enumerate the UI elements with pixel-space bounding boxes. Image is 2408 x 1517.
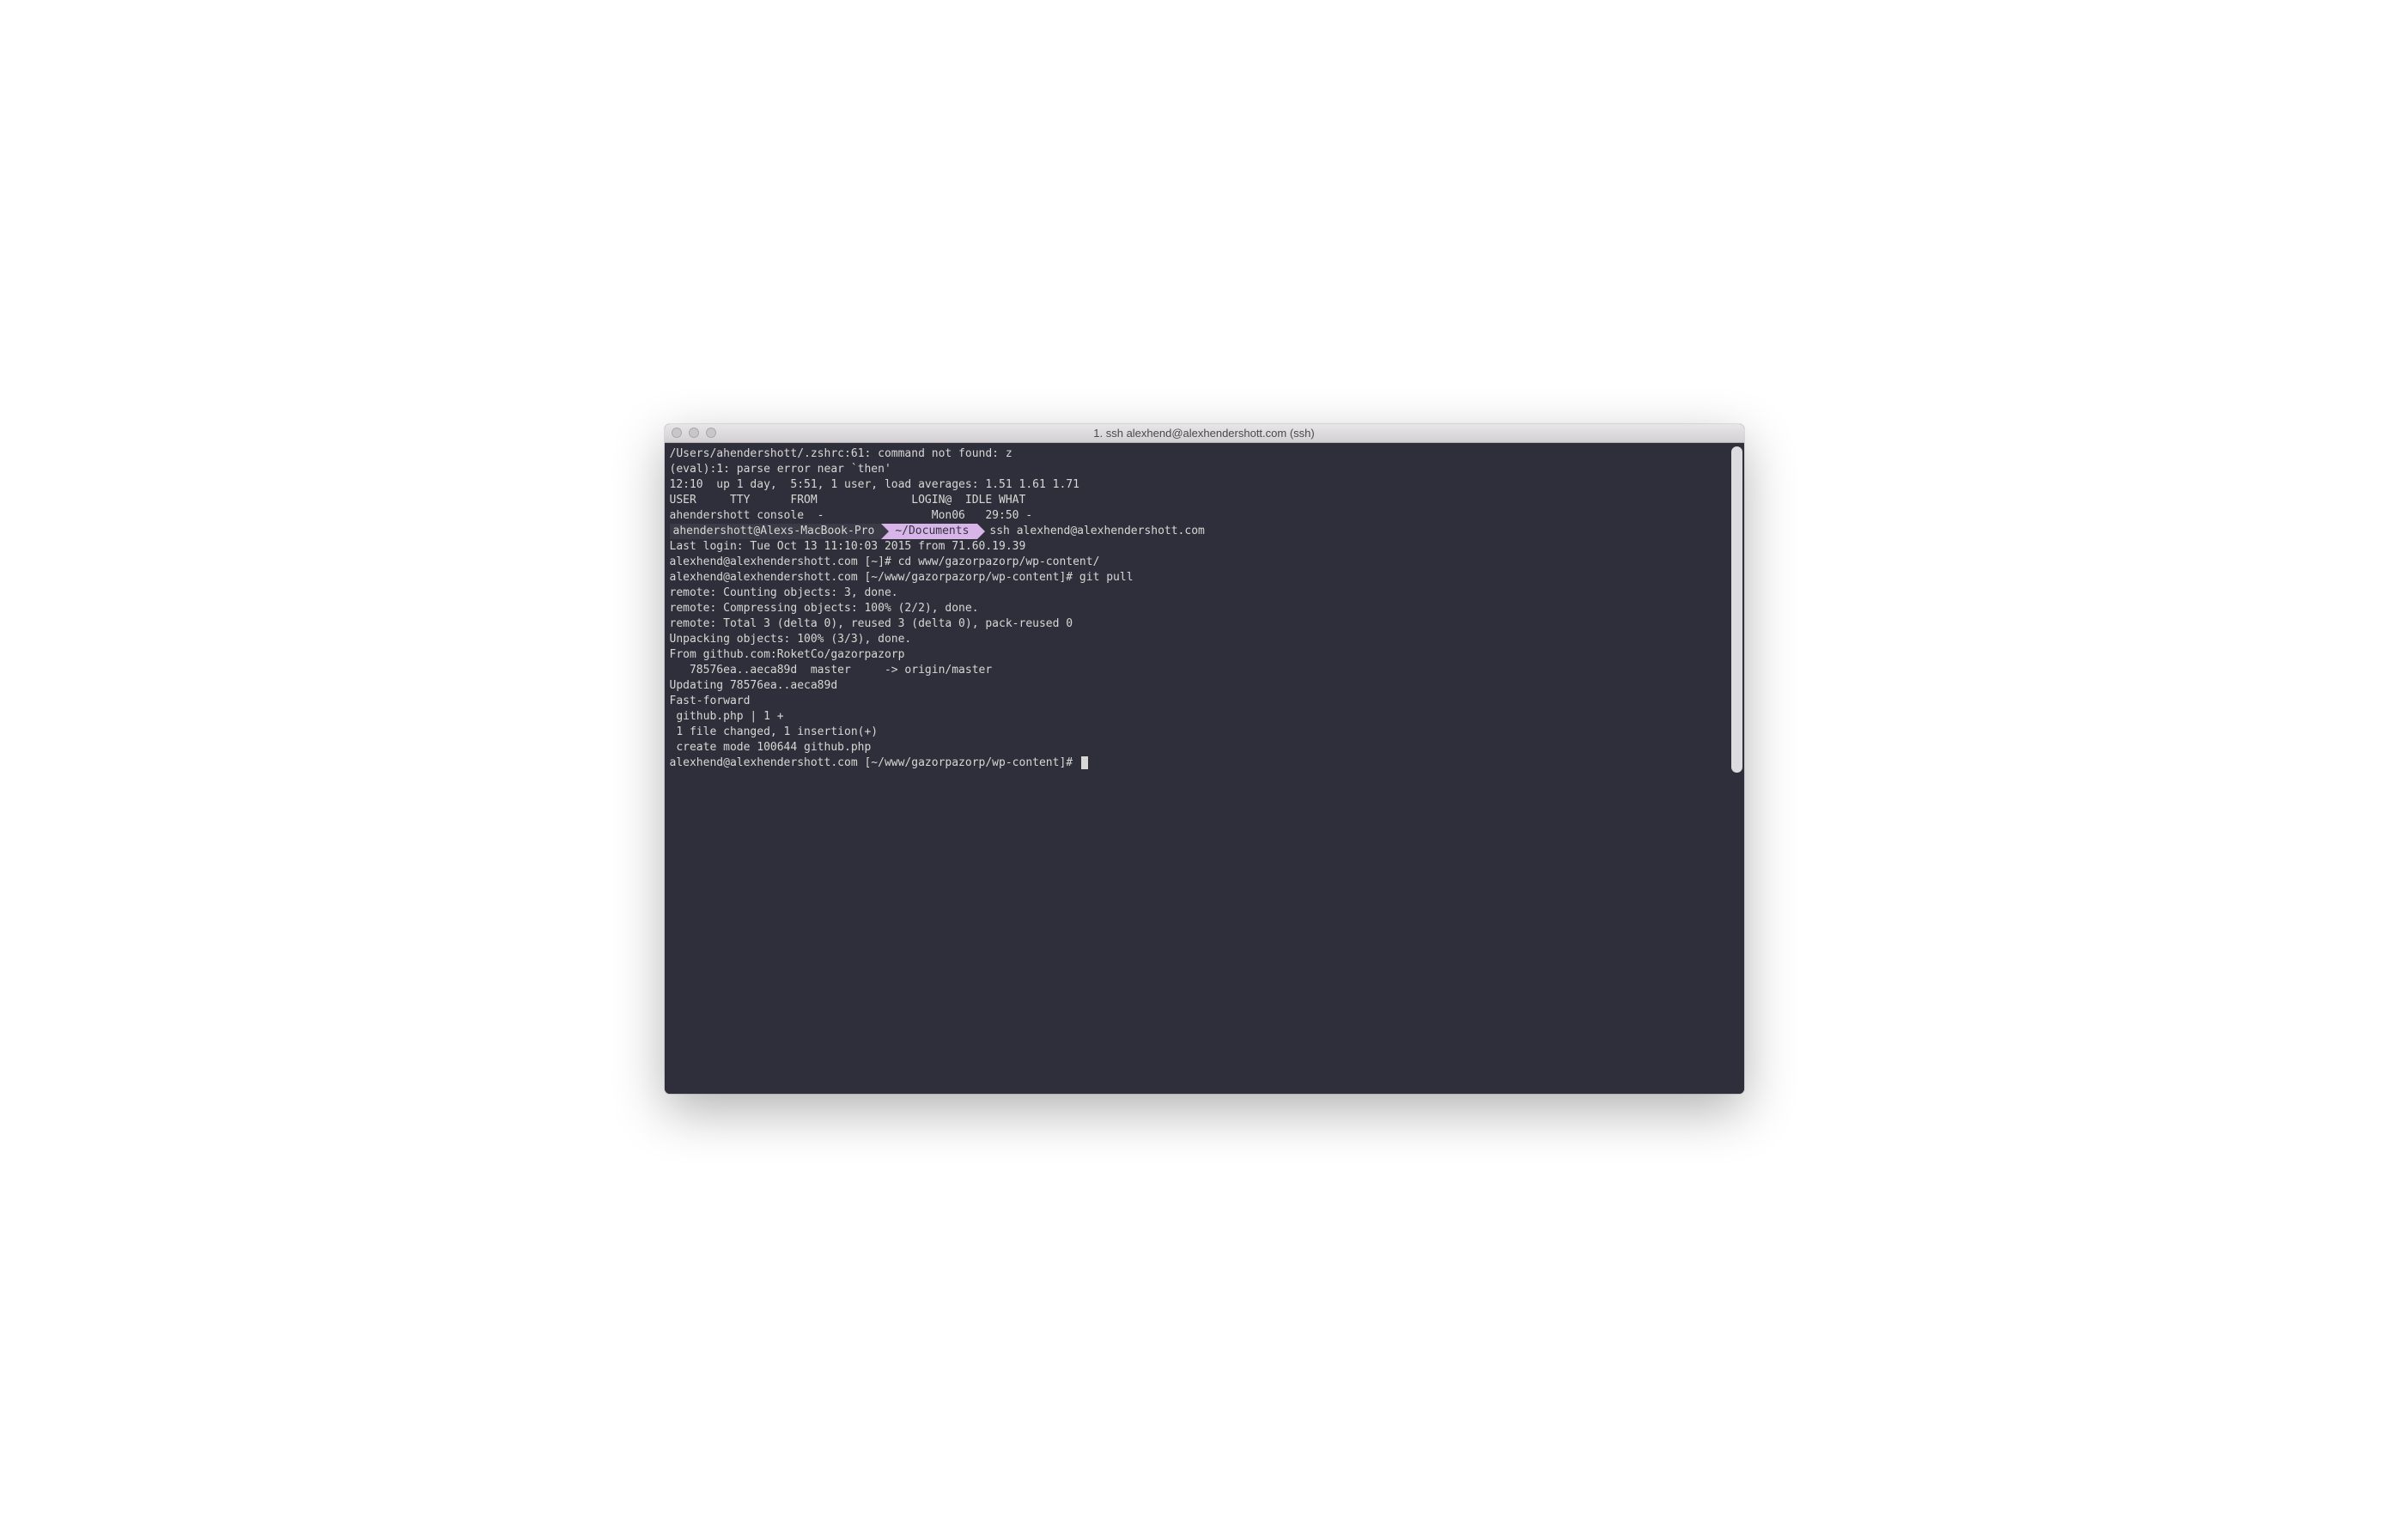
traffic-lights <box>672 428 716 438</box>
output-line: Unpacking objects: 100% (3/3), done. <box>670 632 1739 647</box>
output-line: create mode 100644 github.php <box>670 740 1739 755</box>
window-titlebar[interactable]: 1. ssh alexhend@alexhendershott.com (ssh… <box>665 424 1744 443</box>
terminal-window: 1. ssh alexhend@alexhendershott.com (ssh… <box>665 424 1744 1094</box>
zoom-button[interactable] <box>706 428 716 438</box>
output-line: 12:10 up 1 day, 5:51, 1 user, load avera… <box>670 477 1739 493</box>
cursor <box>1081 756 1088 769</box>
minimize-button[interactable] <box>689 428 699 438</box>
prompt-path-segment: ~/Documents <box>881 524 977 539</box>
output-line: 1 file changed, 1 insertion(+) <box>670 725 1739 740</box>
prompt-text: alexhend@alexhendershott.com [~/www/gazo… <box>670 756 1079 769</box>
scrollbar[interactable] <box>1731 446 1742 773</box>
output-line: Last login: Tue Oct 13 11:10:03 2015 fro… <box>670 539 1739 555</box>
output-line: alexhend@alexhendershott.com [~]# cd www… <box>670 555 1739 570</box>
output-line: alexhend@alexhendershott.com [~/www/gazo… <box>670 570 1739 586</box>
output-line: Updating 78576ea..aeca89d <box>670 678 1739 694</box>
output-line: From github.com:RoketCo/gazorpazorp <box>670 647 1739 663</box>
output-line: remote: Total 3 (delta 0), reused 3 (del… <box>670 616 1739 632</box>
output-line: remote: Counting objects: 3, done. <box>670 586 1739 601</box>
powerline-prompt: ahendershott@Alexs-MacBook-Pro ~/Documen… <box>670 524 1739 539</box>
output-line: remote: Compressing objects: 100% (2/2),… <box>670 601 1739 616</box>
output-line: Fast-forward <box>670 694 1739 709</box>
prompt-user-segment: ahendershott@Alexs-MacBook-Pro <box>670 524 882 539</box>
active-prompt-line: alexhend@alexhendershott.com [~/www/gazo… <box>670 755 1739 771</box>
output-line: USER TTY FROM LOGIN@ IDLE WHAT <box>670 493 1739 508</box>
output-line: 78576ea..aeca89d master -> origin/master <box>670 663 1739 678</box>
output-line: ahendershott console - Mon06 29:50 - <box>670 508 1739 524</box>
output-line: github.php | 1 + <box>670 709 1739 725</box>
terminal-content[interactable]: /Users/ahendershott/.zshrc:61: command n… <box>665 443 1744 1094</box>
window-title: 1. ssh alexhend@alexhendershott.com (ssh… <box>1093 427 1314 440</box>
close-button[interactable] <box>672 428 682 438</box>
output-line: (eval):1: parse error near `then' <box>670 462 1739 477</box>
prompt-command: ssh alexhend@alexhendershott.com <box>977 524 1204 539</box>
output-line: /Users/ahendershott/.zshrc:61: command n… <box>670 446 1739 462</box>
